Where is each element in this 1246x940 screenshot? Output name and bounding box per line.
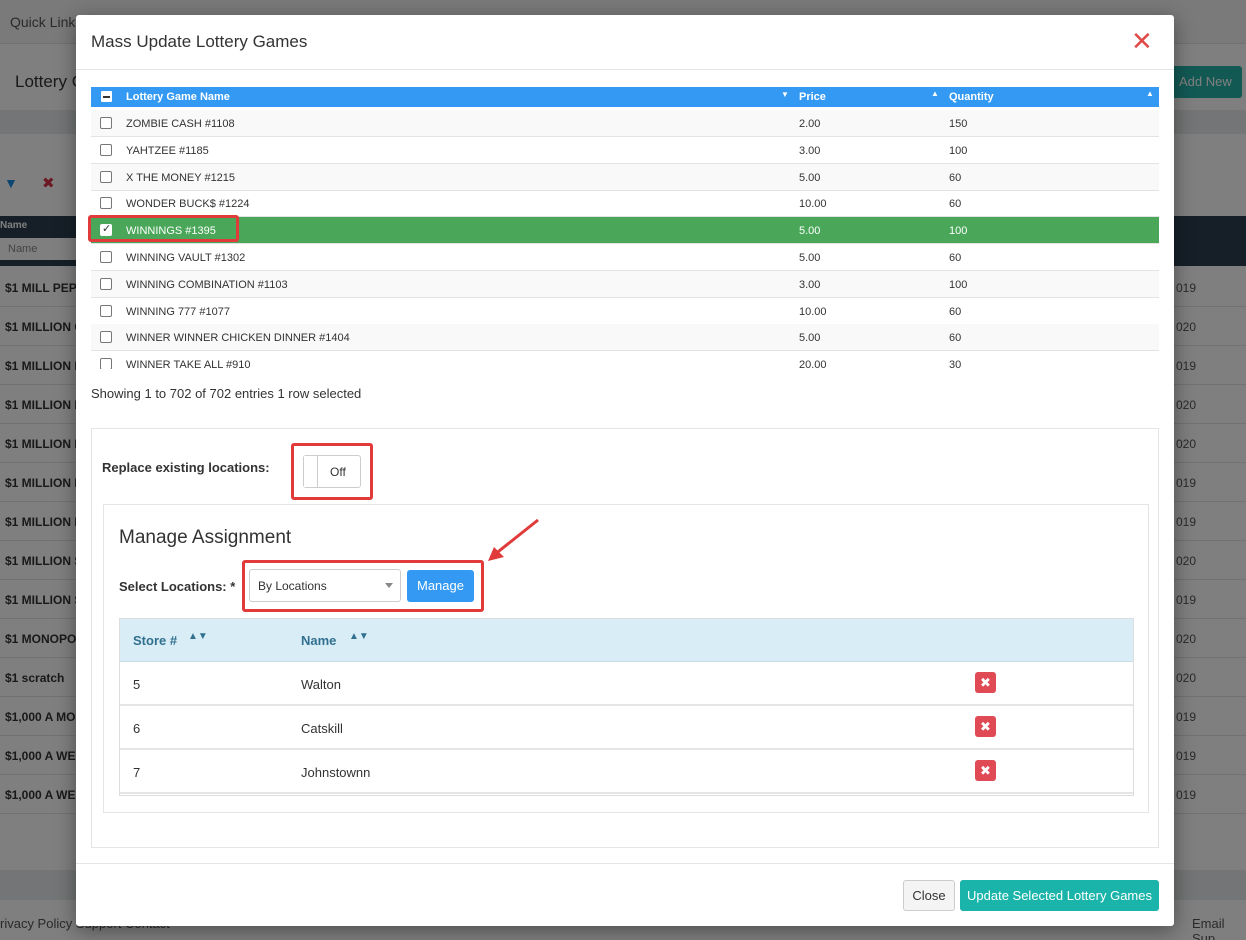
- store-number: 6: [133, 721, 141, 736]
- game-quantity: 60: [949, 171, 962, 184]
- sort-icon[interactable]: ▲: [1146, 89, 1154, 98]
- game-name: X THE MONEY #1215: [126, 171, 236, 184]
- locations-select[interactable]: By Locations: [249, 569, 401, 602]
- game-price: 5.00: [799, 225, 821, 238]
- game-price: 20.00: [799, 359, 827, 369]
- replace-locations-toggle[interactable]: Off: [303, 455, 361, 488]
- store-number: 5: [133, 677, 141, 692]
- col-store-number[interactable]: Store #: [133, 633, 177, 648]
- row-checkbox[interactable]: [100, 143, 112, 156]
- game-name: YAHTZEE #1185: [126, 144, 209, 157]
- game-quantity: 100: [949, 225, 968, 238]
- col-name[interactable]: Name: [301, 633, 336, 648]
- game-price: 5.00: [799, 332, 821, 345]
- row-checkbox[interactable]: [100, 358, 112, 369]
- toggle-label: Off: [330, 465, 346, 479]
- game-quantity: 60: [949, 332, 962, 345]
- game-price: 5.00: [799, 252, 821, 264]
- update-selected-games-button[interactable]: Update Selected Lottery Games: [960, 880, 1159, 911]
- game-quantity: 150: [949, 118, 968, 130]
- row-checkbox[interactable]: [100, 331, 112, 344]
- select-all-checkbox[interactable]: [101, 91, 112, 102]
- game-row[interactable]: WINNINGS #1395 5.00 100: [91, 217, 1159, 245]
- locations-table: Store # ▲▼ Name ▲▼ 5 Walton ✖ 6 Catskill ✖ 7 Jo…: [119, 618, 1134, 796]
- row-checkbox[interactable]: [100, 170, 112, 183]
- store-number: 7: [133, 765, 141, 780]
- col-quantity[interactable]: Quantity: [949, 91, 994, 103]
- game-price: 10.00: [799, 305, 827, 318]
- col-price[interactable]: Price: [799, 91, 826, 103]
- remove-location-button[interactable]: ✖: [975, 672, 996, 693]
- game-name: WINNER WINNER CHICKEN DINNER #1404: [126, 332, 350, 345]
- update-options-panel: Replace existing locations: Off Manage A…: [91, 428, 1159, 848]
- modal-footer: Close Update Selected Lottery Games: [76, 863, 1174, 926]
- sort-icon[interactable]: ▲▼: [349, 631, 369, 642]
- locations-table-header: Store # ▲▼ Name ▲▼: [120, 619, 1133, 662]
- entries-info: Showing 1 to 702 of 702 entries 1 row se…: [91, 386, 362, 401]
- modal-header: Mass Update Lottery Games ✕: [76, 15, 1174, 70]
- game-row[interactable]: WINNING VAULT #1302 5.00 60: [91, 244, 1159, 271]
- location-row: 6 Catskill ✖: [120, 706, 1133, 750]
- sort-icon[interactable]: ▲: [931, 89, 939, 98]
- remove-location-button[interactable]: ✖: [975, 716, 996, 737]
- game-quantity: 100: [949, 144, 968, 157]
- lottery-games-table: Lottery Game Name ▼ Price ▲ Quantity ▲ Z…: [91, 87, 1159, 369]
- game-row[interactable]: WINNER WINNER CHICKEN DINNER #1404 5.00 60: [91, 324, 1159, 352]
- game-price: 2.00: [799, 118, 821, 130]
- game-row[interactable]: WINNER TAKE ALL #910 20.00 30: [91, 351, 1159, 369]
- game-row[interactable]: WINNING COMBINATION #1103 3.00 100: [91, 270, 1159, 298]
- game-price: 10.00: [799, 198, 827, 211]
- game-price: 3.00: [799, 144, 821, 157]
- game-price: 3.00: [799, 278, 821, 291]
- sort-icon[interactable]: ▲▼: [188, 631, 208, 642]
- game-name: ZOMBIE CASH #1108: [126, 118, 235, 130]
- games-table-header: Lottery Game Name ▼ Price ▲ Quantity ▲: [91, 87, 1159, 107]
- game-row[interactable]: ZOMBIE CASH #1108 2.00 150: [91, 110, 1159, 137]
- col-lottery-game-name[interactable]: Lottery Game Name: [126, 91, 230, 103]
- row-checkbox[interactable]: [100, 304, 112, 317]
- remove-location-button[interactable]: ✖: [975, 760, 996, 781]
- close-icon[interactable]: ✕: [1131, 28, 1153, 54]
- row-checkbox[interactable]: [100, 251, 112, 263]
- game-row[interactable]: WINNING 777 #1077 10.00 60: [91, 298, 1159, 325]
- game-name: WONDER BUCK$ #1224: [126, 198, 250, 211]
- modal-title: Mass Update Lottery Games: [91, 32, 308, 51]
- game-quantity: 100: [949, 278, 968, 291]
- chevron-down-icon: [385, 583, 393, 588]
- store-name: Catskill: [301, 721, 343, 736]
- game-name: WINNING COMBINATION #1103: [126, 278, 288, 291]
- manage-button[interactable]: Manage: [407, 570, 474, 602]
- game-name: WINNER TAKE ALL #910: [126, 359, 251, 369]
- game-name: WINNING 777 #1077: [126, 305, 230, 318]
- game-quantity: 30: [949, 359, 962, 369]
- game-quantity: 60: [949, 198, 962, 211]
- manage-assignment-section: Manage Assignment Select Locations: * By…: [103, 504, 1149, 813]
- game-quantity: 60: [949, 305, 962, 318]
- row-checkbox[interactable]: [100, 222, 112, 237]
- game-row[interactable]: X THE MONEY #1215 5.00 60: [91, 163, 1159, 191]
- game-price: 5.00: [799, 171, 821, 184]
- game-row[interactable]: WONDER BUCK$ #1224 10.00 60: [91, 190, 1159, 218]
- close-button[interactable]: Close: [903, 880, 955, 911]
- location-row: 7 Johnstownn ✖: [120, 750, 1133, 794]
- game-quantity: 60: [949, 252, 962, 264]
- replace-locations-label: Replace existing locations:: [102, 460, 270, 475]
- game-name: WINNING VAULT #1302: [126, 252, 246, 264]
- store-name: Johnstownn: [301, 765, 371, 780]
- location-row: 5 Walton ✖: [120, 662, 1133, 706]
- sort-desc-icon[interactable]: ▼: [781, 90, 789, 99]
- select-locations-label: Select Locations: *: [119, 579, 236, 594]
- row-checkbox[interactable]: [100, 197, 112, 210]
- row-checkbox[interactable]: [100, 117, 112, 129]
- toggle-knob[interactable]: [304, 456, 318, 487]
- locations-select-value: By Locations: [258, 579, 327, 593]
- manage-assignment-title: Manage Assignment: [119, 527, 292, 548]
- mass-update-modal: Mass Update Lottery Games ✕ Lottery Game…: [76, 15, 1174, 926]
- game-row[interactable]: YAHTZEE #1185 3.00 100: [91, 137, 1159, 164]
- store-name: Walton: [301, 677, 341, 692]
- row-checkbox[interactable]: [100, 277, 112, 290]
- game-name: WINNINGS #1395: [126, 225, 216, 238]
